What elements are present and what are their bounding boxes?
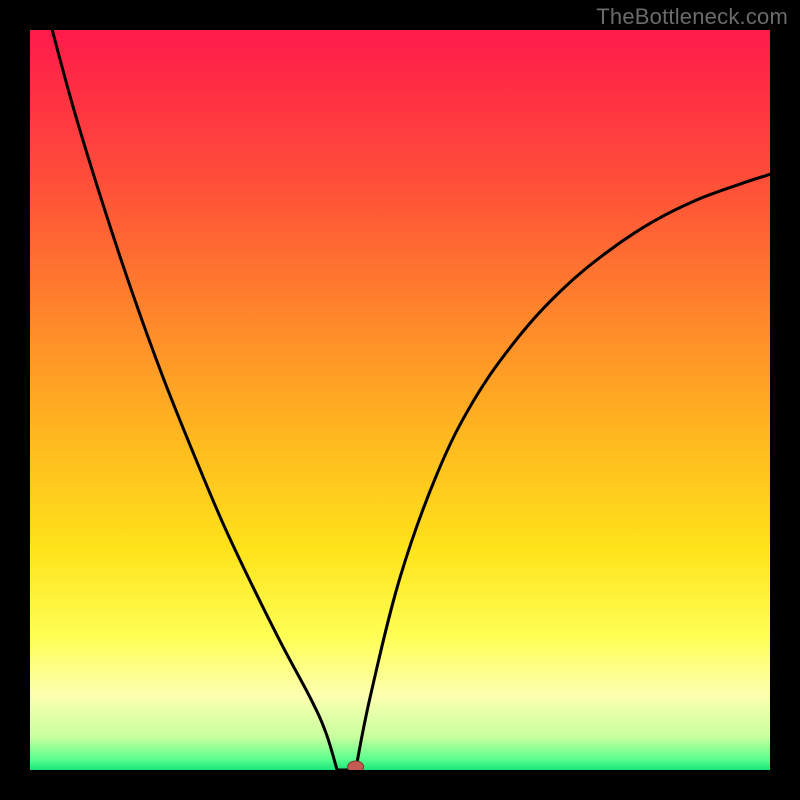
watermark-text: TheBottleneck.com bbox=[596, 4, 788, 30]
plot-area bbox=[30, 30, 770, 770]
minimum-marker bbox=[348, 761, 364, 770]
chart-frame: TheBottleneck.com bbox=[0, 0, 800, 800]
gradient-background bbox=[30, 30, 770, 770]
plot-svg bbox=[30, 30, 770, 770]
